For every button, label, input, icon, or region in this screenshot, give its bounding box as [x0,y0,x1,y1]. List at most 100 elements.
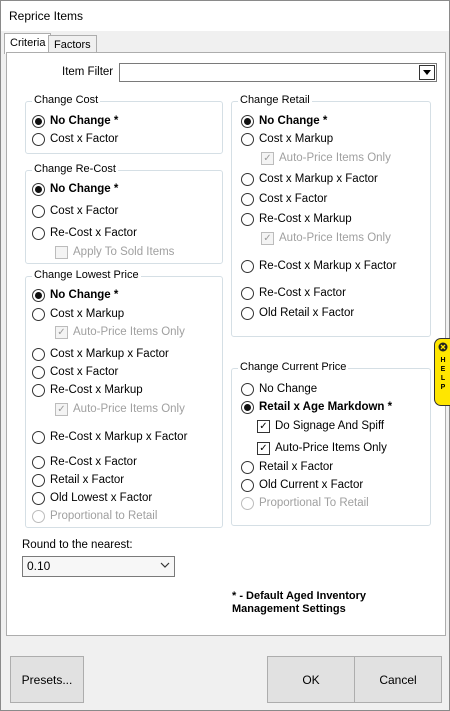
option-label: No Change * [259,115,328,127]
change-current-retail-age-markdown[interactable]: Retail x Age Markdown * [241,398,392,416]
item-filter-dropdown-button[interactable] [419,65,435,80]
option-label: No Change [259,383,318,395]
change-lowest-title: Change Lowest Price [32,269,141,281]
note-line-1: * - Default Aged Inventory [232,590,367,602]
change-current-title: Change Current Price [238,361,349,373]
cancel-button[interactable]: Cancel [354,656,442,703]
option-label: Re-Cost x Factor [50,456,137,468]
change-current-price-group: Change Current Price No Change Retail x … [231,361,431,526]
change-lowest-recost-markup[interactable]: Re-Cost x Markup [32,381,143,399]
round-value: 0.10 [27,559,51,573]
lowest-auto-price-checkbox-1[interactable]: ✓ Auto-Price Items Only [55,323,185,341]
option-label: Re-Cost x Factor [50,227,137,239]
change-lowest-cost-markup[interactable]: Cost x Markup [32,305,124,323]
change-recost-recost-factor[interactable]: Re-Cost x Factor [32,224,137,242]
apply-to-sold-items-checkbox[interactable]: Apply To Sold Items [55,243,174,261]
do-signage-spiff-checkbox[interactable]: ✓ Do Signage And Spiff [257,417,384,435]
radio-icon [32,455,45,469]
title-bar: Reprice Items [1,1,449,31]
change-current-old-current-factor[interactable]: Old Current x Factor [241,476,363,494]
radio-icon [32,182,45,196]
radio-icon [241,496,254,510]
option-label: Apply To Sold Items [73,246,175,258]
change-cost-no-change[interactable]: No Change * [32,112,118,130]
change-retail-recost-markup-factor[interactable]: Re-Cost x Markup x Factor [241,257,396,275]
change-lowest-retail-factor[interactable]: Retail x Factor [32,471,124,489]
help-tab-label: HELP [440,357,446,391]
change-recost-no-change[interactable]: No Change * [32,180,118,198]
change-retail-group: Change Retail No Change * Cost x Markup … [231,94,431,337]
current-auto-price-checkbox[interactable]: ✓ Auto-Price Items Only [257,439,387,457]
change-retail-cost-factor[interactable]: Cost x Factor [241,190,327,208]
radio-icon [241,400,254,414]
option-label: Cost x Markup [259,133,334,145]
change-current-no-change[interactable]: No Change [241,380,317,398]
radio-icon [241,114,254,128]
criteria-panel: Item Filter Change Cost No Change * Cost… [6,52,446,636]
option-label: Re-Cost x Factor [259,287,346,299]
option-label: Auto-Price Items Only [275,442,387,454]
radio-icon [32,383,45,397]
retail-auto-price-checkbox-1[interactable]: ✓ Auto-Price Items Only [261,149,391,167]
change-cost-group: Change Cost No Change * Cost x Factor [25,94,223,154]
option-label: Retail x Factor [259,461,334,473]
retail-auto-price-checkbox-2[interactable]: ✓ Auto-Price Items Only [261,229,391,247]
option-label: Cost x Markup x Factor [259,173,378,185]
presets-button[interactable]: Presets... [10,656,84,703]
change-retail-old-retail-factor[interactable]: Old Retail x Factor [241,304,354,322]
radio-icon [32,430,45,444]
radio-icon [32,307,45,321]
change-lowest-no-change[interactable]: No Change * [32,286,118,304]
round-select[interactable]: 0.10 [22,556,175,577]
radio-icon [32,473,45,487]
radio-icon [32,226,45,240]
radio-icon [241,382,254,396]
radio-icon [241,212,254,226]
change-lowest-cost-factor[interactable]: Cost x Factor [32,363,118,381]
radio-icon [241,132,254,146]
change-lowest-proportional-retail[interactable]: Proportional to Retail [32,507,157,525]
option-label: Cost x Factor [50,366,119,378]
change-retail-recost-factor[interactable]: Re-Cost x Factor [241,284,346,302]
change-current-proportional-retail[interactable]: Proportional To Retail [241,494,369,512]
help-side-tab[interactable]: HELP [434,338,450,406]
radio-icon [32,347,45,361]
radio-icon [241,306,254,320]
change-lowest-old-lowest-factor[interactable]: Old Lowest x Factor [32,489,152,507]
option-label: Auto-Price Items Only [73,326,185,338]
lowest-auto-price-checkbox-2[interactable]: ✓ Auto-Price Items Only [55,400,185,418]
option-label: Old Current x Factor [259,479,364,491]
change-lowest-recost-markup-factor[interactable]: Re-Cost x Markup x Factor [32,428,187,446]
change-retail-recost-markup[interactable]: Re-Cost x Markup [241,210,352,228]
change-retail-cost-markup[interactable]: Cost x Markup [241,130,333,148]
radio-icon [241,286,254,300]
option-label: Cost x Factor [50,205,119,217]
radio-icon [32,114,45,128]
chevron-down-icon [423,70,431,75]
option-label: Retail x Age Markdown * [259,401,393,413]
option-label: Auto-Price Items Only [279,232,391,244]
change-lowest-cost-markup-factor[interactable]: Cost x Markup x Factor [32,345,169,363]
radio-icon [32,132,45,146]
default-settings-note: * - Default Aged Inventory Management Se… [232,590,366,616]
option-label: Cost x Markup x Factor [50,348,169,360]
checkbox-icon [55,245,68,259]
radio-icon [241,259,254,273]
radio-icon [241,172,254,186]
item-filter-combo[interactable] [119,63,437,82]
change-lowest-recost-factor[interactable]: Re-Cost x Factor [32,453,137,471]
change-retail-title: Change Retail [238,94,312,106]
change-cost-cost-factor[interactable]: Cost x Factor [32,130,118,148]
round-label: Round to the nearest: [22,539,133,551]
change-recost-cost-factor[interactable]: Cost x Factor [32,202,118,220]
option-label: Auto-Price Items Only [279,152,391,164]
change-current-retail-factor[interactable]: Retail x Factor [241,458,333,476]
item-filter-label: Item Filter [62,66,114,78]
change-retail-no-change[interactable]: No Change * [241,112,327,130]
option-label: Proportional To Retail [259,497,369,509]
tab-criteria[interactable]: Criteria [4,33,52,54]
option-label: Re-Cost x Markup x Factor [50,431,188,443]
change-retail-cost-markup-factor[interactable]: Cost x Markup x Factor [241,170,378,188]
ok-button[interactable]: OK [267,656,355,703]
change-cost-title: Change Cost [32,94,101,106]
